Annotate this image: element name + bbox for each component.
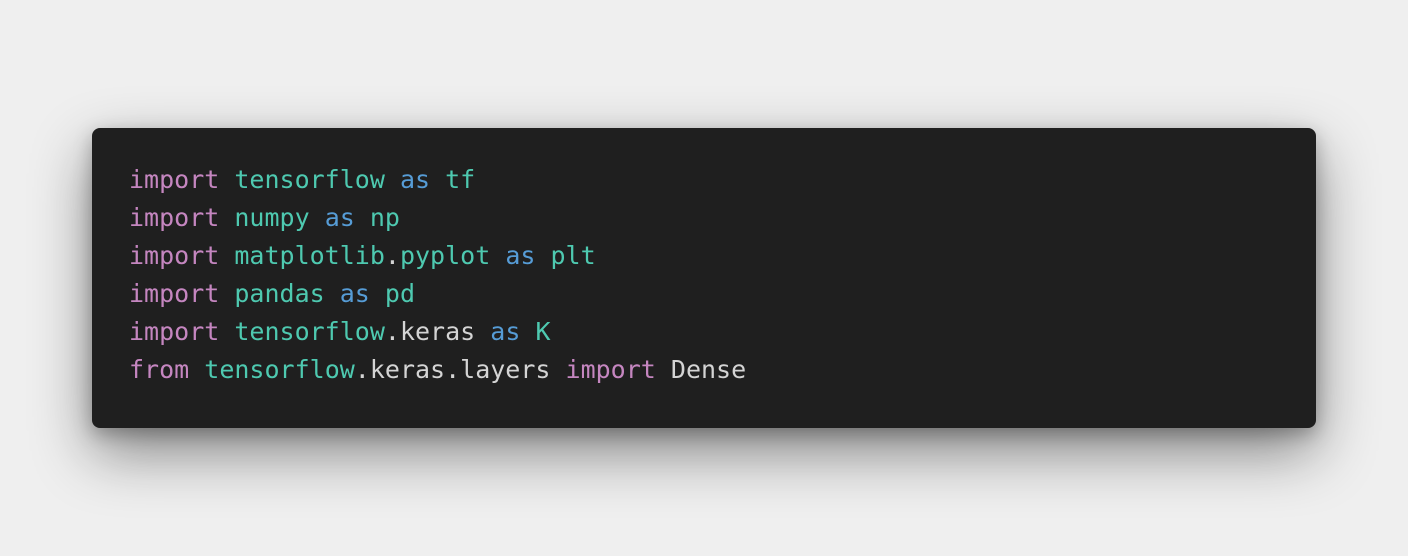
- code-snippet-card: import tensorflow as tf import numpy as …: [92, 128, 1316, 428]
- code-token-keyword: import: [129, 279, 220, 308]
- code-token-module: matplotlib: [234, 241, 385, 270]
- code-token-alias: as: [490, 317, 521, 346]
- code-token-keyword: import: [129, 317, 220, 346]
- code-token-alias: as: [339, 279, 370, 308]
- code-token-plain: .: [384, 241, 400, 270]
- code-token-alias: as: [399, 165, 431, 194]
- code-token-module: np: [369, 203, 400, 232]
- code-token-module: numpy: [234, 203, 310, 232]
- code-token-module: plt: [550, 241, 596, 270]
- code-line: from tensorflow.keras.layers import Dens…: [129, 351, 1316, 389]
- code-line: import tensorflow.keras as K: [129, 313, 1316, 351]
- code-token-module: tf: [445, 165, 476, 194]
- code-token-keyword: import: [129, 241, 220, 270]
- code-token-keyword: from: [129, 355, 190, 384]
- code-token-plain: .keras.layers: [354, 355, 551, 384]
- code-token-alias: as: [505, 241, 536, 270]
- code-token-module: pyplot: [399, 241, 491, 270]
- code-token-module: tensorflow: [234, 165, 385, 194]
- code-token-alias: as: [324, 203, 355, 232]
- code-token-keyword: import: [129, 203, 220, 232]
- code-token-keyword: import: [129, 165, 220, 194]
- code-line: import pandas as pd: [129, 275, 1316, 313]
- code-token-module: K: [535, 317, 551, 346]
- code-line: import matplotlib.pyplot as plt: [129, 237, 1316, 275]
- code-token-module: pd: [384, 279, 416, 308]
- code-token-plain: Dense: [670, 355, 747, 384]
- code-token-plain: .keras: [384, 317, 476, 346]
- code-line: import tensorflow as tf: [129, 161, 1316, 199]
- code-token-module: pandas: [234, 279, 325, 308]
- code-token-module: tensorflow: [234, 317, 385, 346]
- code-token-module: tensorflow: [204, 355, 355, 384]
- code-token-keyword: import: [565, 355, 656, 384]
- code-line: import numpy as np: [129, 199, 1316, 237]
